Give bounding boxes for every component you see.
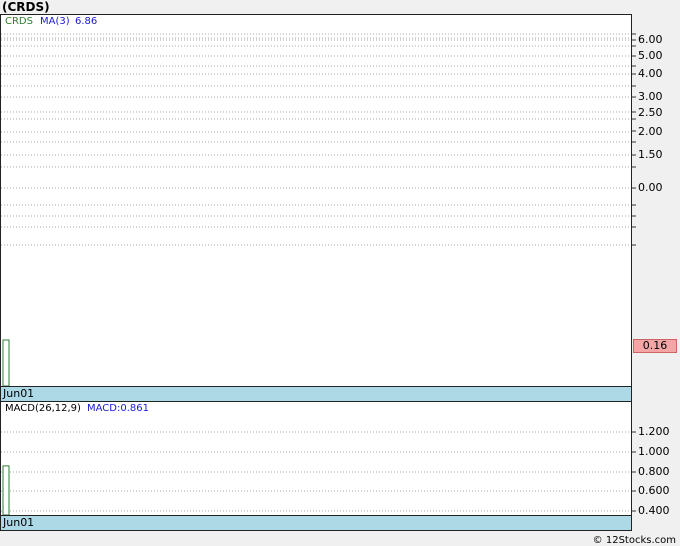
macd-ytick-label: 0.600	[638, 484, 670, 497]
macd-legend-indicator: MACD(26,12,9)	[5, 403, 81, 414]
macd-ytick-label: 0.800	[638, 465, 670, 478]
macd-date-bar: Jun01	[0, 515, 632, 531]
macd-date-label: Jun01	[3, 516, 35, 529]
footer-credit: © 12Stocks.com	[592, 535, 676, 546]
macd-grid	[1, 431, 636, 516]
macd-legend-value: MACD:0.861	[87, 403, 149, 414]
macd-ytick-label: 1.200	[638, 425, 670, 438]
macd-ytick-label: 1.000	[638, 445, 670, 458]
macd-bar	[2, 465, 10, 516]
macd-ytick-label: 0.400	[638, 504, 670, 517]
